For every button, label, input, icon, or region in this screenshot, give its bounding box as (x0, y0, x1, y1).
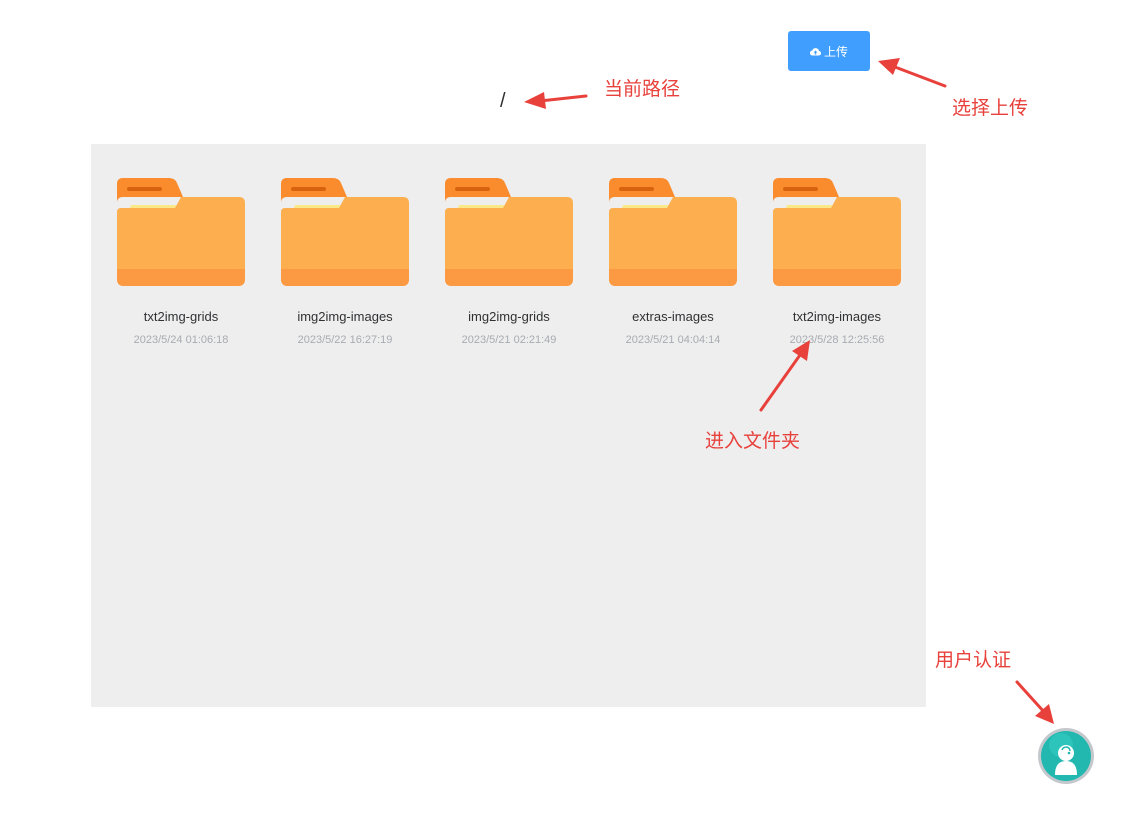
arrow-select-upload (878, 58, 947, 88)
cloud-upload-icon (809, 47, 821, 56)
file-panel: txt2img-grids 2023/5/24 01:06:18 img2img… (91, 144, 926, 707)
folder-icon (773, 178, 901, 286)
arrow-current-path (524, 92, 588, 109)
folder-item[interactable]: txt2img-grids 2023/5/24 01:06:18 (106, 178, 256, 348)
upload-button[interactable]: 上传 (788, 31, 870, 71)
folder-date: 2023/5/21 04:04:14 (625, 334, 721, 346)
current-path: / (500, 90, 506, 112)
folder-item[interactable]: txt2img-images 2023/5/28 12:25:56 (762, 178, 912, 348)
arrow-user-auth (1015, 680, 1054, 724)
annotation-select-upload: 选择上传 (952, 97, 1029, 119)
folder-item[interactable]: img2img-images 2023/5/22 16:27:19 (270, 178, 420, 348)
annotation-enter-folder: 进入文件夹 (705, 430, 801, 452)
folder-name: img2img-grids (468, 309, 550, 324)
folder-name: extras-images (632, 309, 714, 324)
annotation-user-auth: 用户认证 (935, 649, 1012, 671)
annotation-current-path: 当前路径 (604, 78, 681, 100)
folder-date: 2023/5/24 01:06:18 (133, 334, 229, 346)
user-avatar-icon (1041, 731, 1091, 781)
folder-date: 2023/5/21 02:21:49 (461, 334, 557, 346)
folder-name: txt2img-grids (143, 309, 219, 324)
folder-date: 2023/5/22 16:27:19 (297, 334, 393, 346)
folder-date: 2023/5/28 12:25:56 (789, 334, 885, 346)
folder-name: img2img-images (297, 309, 393, 324)
folder-item[interactable]: img2img-grids 2023/5/21 02:21:49 (434, 178, 584, 348)
upload-button-label: 上传 (823, 44, 848, 59)
user-avatar-button[interactable] (1038, 728, 1094, 784)
folder-name: txt2img-images (792, 309, 882, 324)
folder-icon (117, 178, 245, 286)
folder-icon (445, 178, 573, 286)
folder-icon (281, 178, 409, 286)
folder-icon (609, 178, 737, 286)
folder-item[interactable]: extras-images 2023/5/21 04:04:14 (598, 178, 748, 348)
